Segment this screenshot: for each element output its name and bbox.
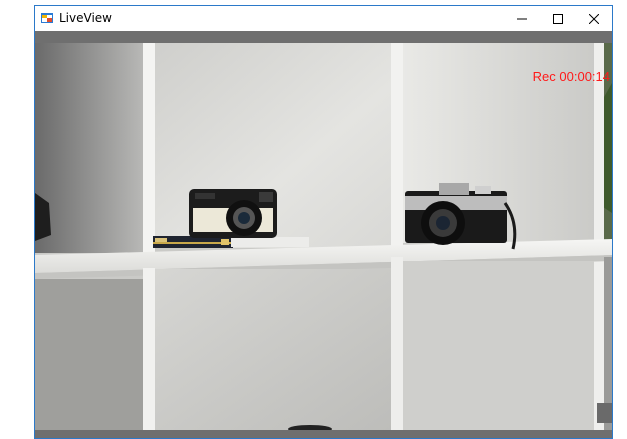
bookshelf-scene [35,43,612,430]
client-area: Rec 00:00:14 [35,31,612,438]
window-title: LiveView [59,11,112,25]
title-bar[interactable]: LiveView [35,6,612,31]
recording-indicator: Rec 00:00:14 [532,69,610,84]
close-button[interactable] [576,6,612,31]
minimize-button[interactable] [504,6,540,31]
maximize-button[interactable] [540,6,576,31]
liveview-window: LiveView Rec 00:00:14 [34,5,613,439]
minimize-icon [517,18,527,19]
close-icon [589,13,599,24]
maximize-icon [553,13,563,24]
app-icon [41,13,53,23]
live-view-image[interactable]: Rec 00:00:14 [35,43,612,430]
